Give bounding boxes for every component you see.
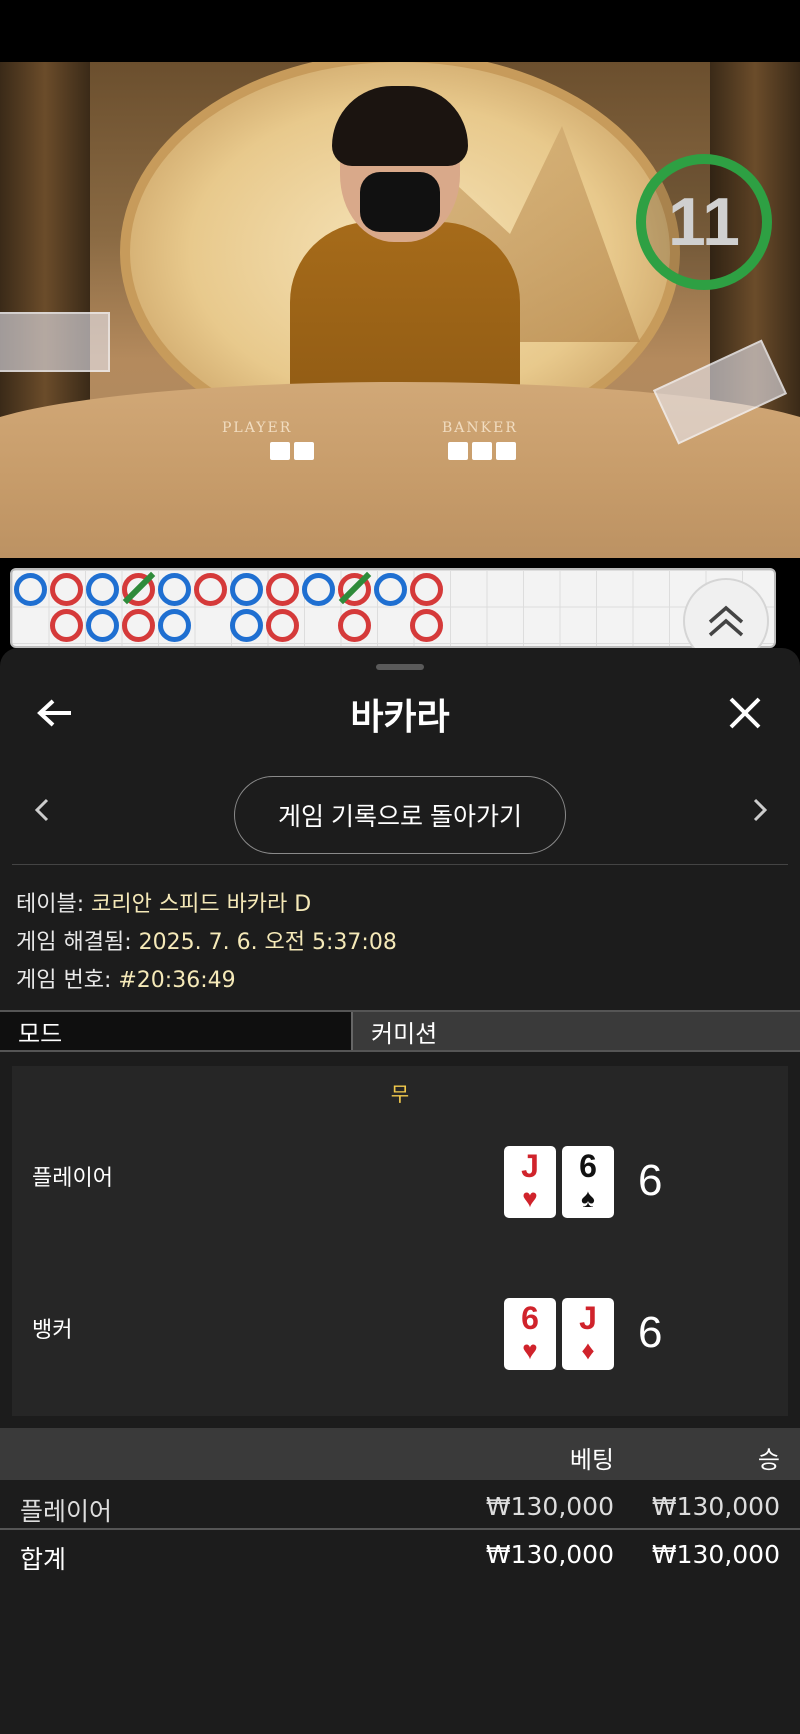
road-bead-banker <box>230 573 263 606</box>
countdown-timer: 11 <box>636 154 772 290</box>
back-to-history-button[interactable]: 게임 기록으로 돌아가기 <box>234 776 566 854</box>
player-score: 6 <box>638 1156 663 1205</box>
road-bead-player <box>50 573 83 606</box>
card-rank: 6 <box>521 1300 539 1336</box>
player-hand-label: 플레이어 <box>32 1166 113 1191</box>
road-bead-banker <box>302 573 335 606</box>
table-info: 테이블: 코리안 스피드 바카라 D <box>16 886 311 918</box>
total-label: 합계 <box>20 1545 67 1574</box>
game-detail-sheet: 바카라 게임 기록으로 돌아가기 테이블: 코리안 스피드 바카라 D 게임 해… <box>0 648 800 1734</box>
mode-label: 모드 <box>0 1012 353 1050</box>
table-row: 플레이어 ₩130,000 ₩130,000 <box>0 1486 800 1532</box>
road-bead-banker <box>230 609 263 642</box>
resolved-label: 게임 해결됨: <box>16 930 139 955</box>
card-rank: 6 <box>579 1148 597 1184</box>
decor-pillar-left <box>0 62 90 442</box>
banker-score: 6 <box>638 1308 663 1357</box>
header-bet: 베팅 <box>569 1446 614 1474</box>
result-panel: 무 플레이어 J ♥ 6 ♠ 6 뱅커 6 ♥ J ♦ 6 <box>12 1066 788 1416</box>
mode-row: 모드 커미션 <box>0 1010 800 1052</box>
resolved-info: 게임 해결됨: 2025. 7. 6. 오전 5:37:08 <box>16 924 397 956</box>
table-value: 코리안 스피드 바카라 D <box>91 892 312 917</box>
road-bead-banker <box>158 609 191 642</box>
sheet-title: 바카라 <box>350 697 450 738</box>
result-label: 무 <box>390 1082 410 1106</box>
row-divider <box>0 1528 800 1530</box>
road-bead-banker <box>86 573 119 606</box>
sheet-drag-handle[interactable] <box>376 664 424 670</box>
road-bead-player <box>410 573 443 606</box>
card-rank: J <box>579 1300 597 1336</box>
live-video-stream: PLAYER BANKER 11 7 9 <box>0 62 800 558</box>
header-win: 승 <box>757 1446 780 1474</box>
heart-suit-icon: ♥ <box>522 1335 538 1365</box>
next-game-button[interactable] <box>740 790 780 830</box>
total-bet: ₩130,000 <box>485 1540 614 1569</box>
road-bead-player <box>122 609 155 642</box>
bets-table-header: 베팅 승 <box>0 1428 800 1480</box>
playing-card: 6 ♥ <box>504 1298 556 1370</box>
felt-card <box>472 442 492 460</box>
road-bead-player <box>194 573 227 606</box>
divider <box>12 864 788 865</box>
total-win: ₩130,000 <box>651 1540 780 1569</box>
game-number-info: 게임 번호: #20:36:49 <box>16 962 236 994</box>
chevron-right-icon <box>753 798 768 822</box>
playing-card: J ♥ <box>504 1146 556 1218</box>
felt-card <box>448 442 468 460</box>
previous-game-button[interactable] <box>22 790 62 830</box>
road-bead-player <box>410 609 443 642</box>
banker-hand-label: 뱅커 <box>32 1318 73 1343</box>
close-icon <box>729 697 761 729</box>
road-bead-player <box>338 609 371 642</box>
spade-suit-icon: ♠ <box>581 1183 595 1213</box>
felt-card <box>270 442 290 460</box>
card-rank: J <box>521 1148 539 1184</box>
resolved-value: 2025. 7. 6. 오전 5:37:08 <box>138 930 397 955</box>
game-number-value: #20:36:49 <box>118 968 236 993</box>
road-bead-banker <box>86 609 119 642</box>
road-bead-banker <box>14 573 47 606</box>
diamond-suit-icon: ♦ <box>581 1335 595 1365</box>
chevron-left-icon <box>34 798 49 822</box>
bet-amount: ₩130,000 <box>485 1492 614 1521</box>
road-bead-player <box>50 609 83 642</box>
road-bead-banker <box>374 573 407 606</box>
win-amount: ₩130,000 <box>651 1492 780 1521</box>
bead-road-map[interactable] <box>10 568 776 648</box>
road-bead-player <box>266 573 299 606</box>
felt-card <box>294 442 314 460</box>
heart-suit-icon: ♥ <box>522 1183 538 1213</box>
bet-type: 플레이어 <box>20 1497 113 1526</box>
status-bar <box>0 0 800 62</box>
game-number-label: 게임 번호: <box>16 968 119 993</box>
felt-card <box>496 442 516 460</box>
table-label: 테이블: <box>16 892 92 917</box>
felt-banker-label: BANKER <box>442 420 518 436</box>
felt-player-label: PLAYER <box>222 420 293 436</box>
playing-card: 6 ♠ <box>562 1146 614 1218</box>
chevrons-up-icon <box>708 605 744 637</box>
playing-card: J ♦ <box>562 1298 614 1370</box>
countdown-value: 11 <box>668 184 740 260</box>
mode-value: 커미션 <box>353 1012 800 1050</box>
road-bead-banker <box>158 573 191 606</box>
card-shoe-left <box>0 312 110 372</box>
close-button[interactable] <box>720 688 770 738</box>
road-bead-player <box>266 609 299 642</box>
total-row: 합계 ₩130,000 ₩130,000 <box>0 1534 800 1580</box>
dealer-mask <box>360 172 440 232</box>
